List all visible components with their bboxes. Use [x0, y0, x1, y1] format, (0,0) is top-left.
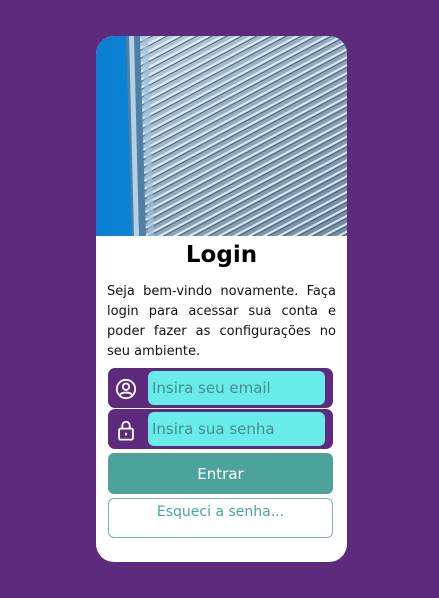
hero-building-image — [96, 36, 347, 236]
login-card: Login Seja bem-vindo novamente. Faça log… — [96, 36, 347, 562]
forgot-password-button[interactable]: Esqueci a senha... — [108, 498, 333, 538]
welcome-description: Seja bem-vindo novamente. Faça login par… — [107, 284, 336, 359]
email-field-group — [108, 368, 333, 408]
padlock-icon — [118, 420, 134, 441]
login-button[interactable]: Entrar — [108, 453, 333, 494]
password-field-group — [108, 409, 333, 449]
user-circle-icon — [115, 378, 137, 400]
email-input[interactable] — [148, 371, 325, 405]
page-title: Login — [185, 242, 258, 268]
password-input[interactable] — [148, 412, 325, 446]
